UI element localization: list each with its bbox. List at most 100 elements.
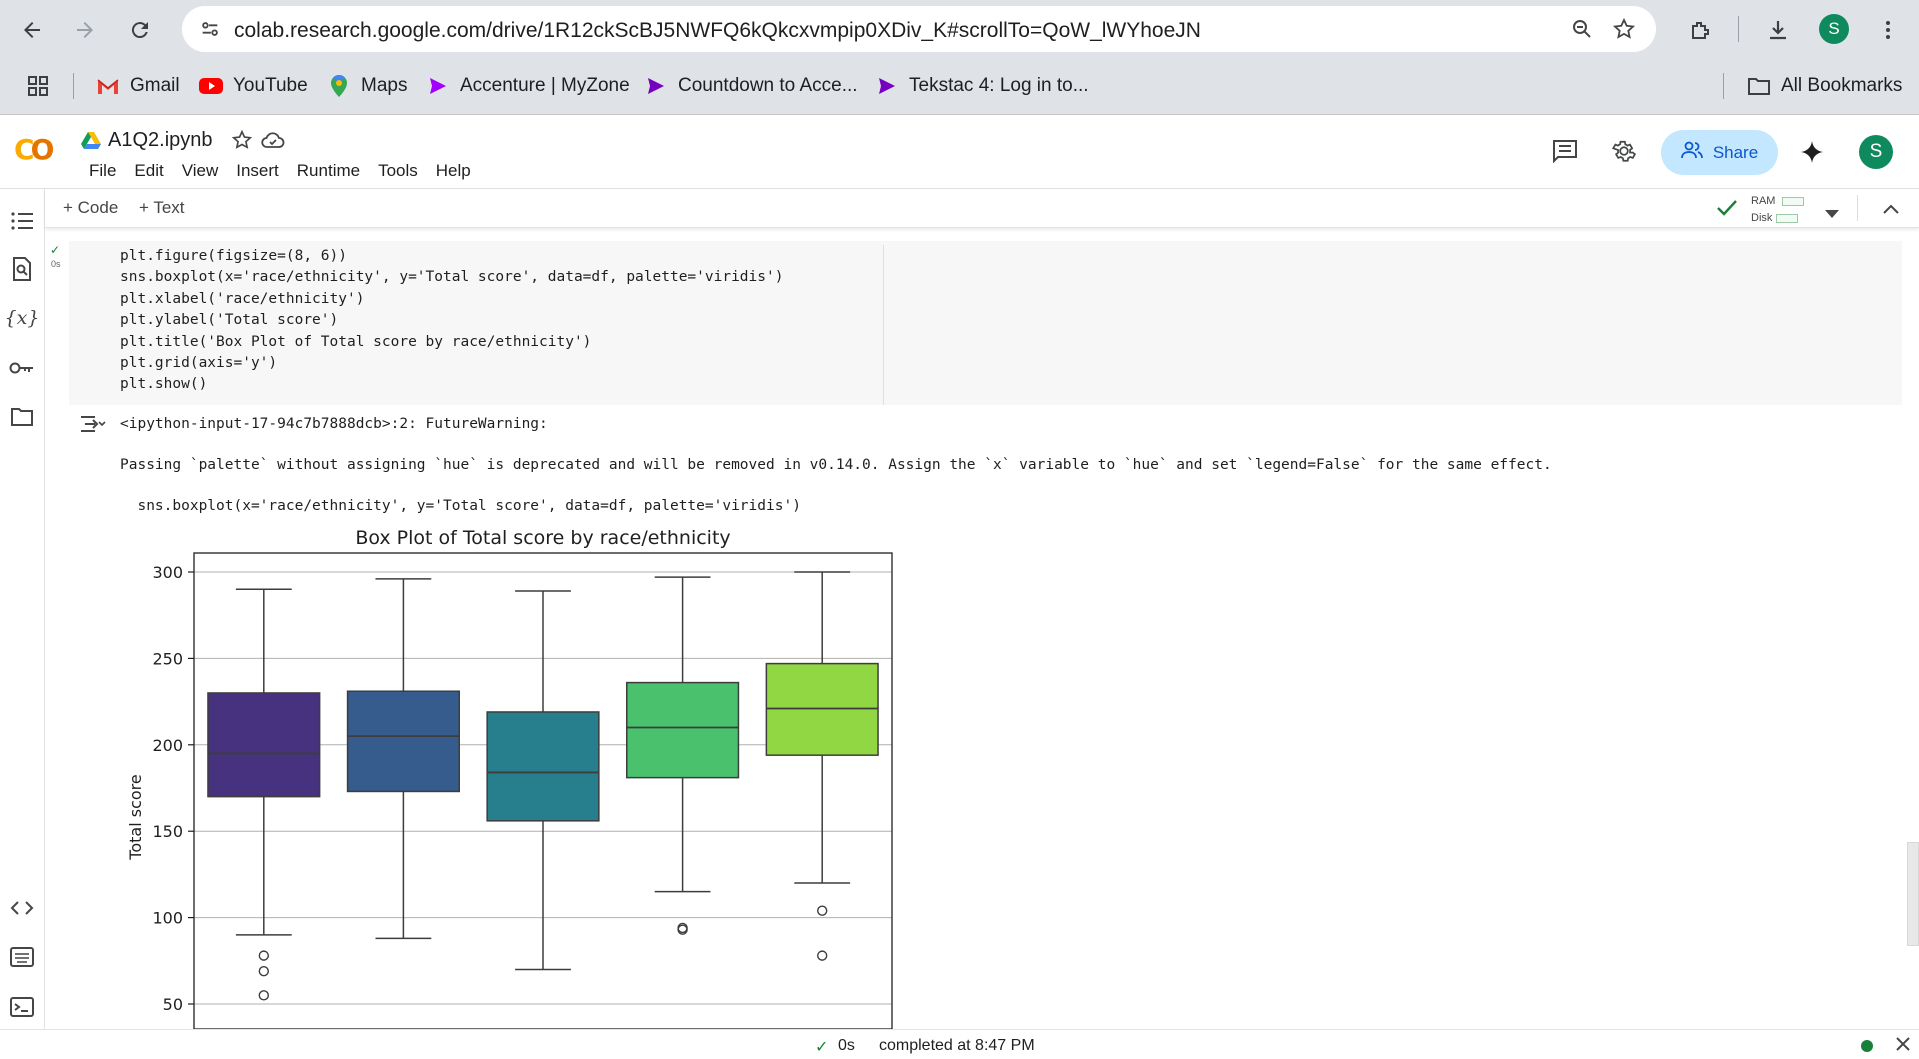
terminal-icon[interactable] xyxy=(8,993,36,1021)
more-menu-icon[interactable] xyxy=(1870,12,1906,48)
maps-icon xyxy=(327,74,351,98)
settings-gear-icon[interactable] xyxy=(1611,138,1637,169)
outlier-point xyxy=(817,905,828,916)
add-text-button[interactable]: + Text xyxy=(139,198,185,218)
warning-source: <ipython-input-17-94c7b7888dcb>:2: Futur… xyxy=(120,416,548,432)
chevron-down-icon[interactable] xyxy=(1825,205,1839,223)
find-icon[interactable] xyxy=(8,255,36,283)
y-ticks: 50 100 150 200 250 300 xyxy=(152,563,194,1014)
connection-status-dot xyxy=(1861,1040,1873,1052)
secrets-key-icon[interactable] xyxy=(8,354,36,382)
outlier-point xyxy=(258,990,270,1001)
bookmarks-separator xyxy=(73,73,74,99)
y-tick-label: 250 xyxy=(152,649,183,668)
google-drive-icon xyxy=(81,131,101,154)
bookmark-star-icon[interactable] xyxy=(1610,15,1638,43)
bookmark-countdown[interactable]: Countdown to Acce... xyxy=(644,71,858,101)
all-bookmarks[interactable]: All Bookmarks xyxy=(1747,71,1902,101)
code-cell[interactable]: plt.figure(figsize=(8, 6)) sns.boxplot(x=… xyxy=(69,241,1902,405)
table-of-contents-icon[interactable] xyxy=(8,207,36,235)
bookmark-label: Tekstac 4: Log in to... xyxy=(909,75,1089,96)
code-line: plt.title('Box Plot of Total score by ra… xyxy=(120,333,592,350)
y-tick-label: 150 xyxy=(152,822,183,841)
extensions-icon[interactable] xyxy=(1682,12,1718,48)
profile-avatar[interactable]: S xyxy=(1819,14,1849,44)
toolbar-divider xyxy=(1857,195,1858,221)
box-5 xyxy=(765,571,879,961)
menu-runtime[interactable]: Runtime xyxy=(288,161,369,181)
apps-grid-icon[interactable] xyxy=(26,71,50,101)
bookmark-tekstac[interactable]: Tekstac 4: Log in to... xyxy=(875,71,1089,101)
box-3 xyxy=(486,590,600,971)
ram-label: RAM xyxy=(1751,195,1776,207)
youtube-icon xyxy=(199,74,223,98)
menu-edit[interactable]: Edit xyxy=(125,161,172,181)
left-sidebar: {x} xyxy=(0,189,45,1029)
code-line: plt.ylabel('Total score') xyxy=(120,312,339,329)
site-settings-icon[interactable] xyxy=(196,15,224,43)
box-4 xyxy=(626,576,740,935)
star-icon[interactable] xyxy=(231,129,253,156)
code-editor[interactable]: plt.figure(figsize=(8, 6)) sns.boxplot(x=… xyxy=(120,246,783,396)
forward-icon[interactable] xyxy=(67,12,103,48)
menu-view[interactable]: View xyxy=(173,161,228,181)
cloud-saved-icon[interactable] xyxy=(261,130,285,155)
gmail-icon xyxy=(96,74,120,98)
add-code-button[interactable]: + Code xyxy=(63,198,118,218)
user-avatar[interactable]: S xyxy=(1859,135,1893,169)
menu-insert[interactable]: Insert xyxy=(227,161,288,181)
warning-message: Passing `palette` without assigning `hue… xyxy=(120,457,1552,473)
bookmark-maps[interactable]: Maps xyxy=(327,71,407,101)
close-icon[interactable] xyxy=(1895,1036,1911,1057)
bookmark-label: Maps xyxy=(361,75,408,96)
resource-monitor[interactable]: RAM Disk xyxy=(1751,193,1805,227)
files-folder-icon[interactable] xyxy=(8,403,36,431)
status-message[interactable]: completed at 8:47 PM xyxy=(879,1037,1035,1055)
output-actions-icon[interactable] xyxy=(80,414,106,439)
cell-divider xyxy=(883,245,884,405)
share-button[interactable]: Share xyxy=(1661,130,1778,175)
status-check-icon: ✓ xyxy=(815,1039,829,1056)
accenture-icon xyxy=(426,74,450,98)
command-palette-icon[interactable] xyxy=(8,943,36,971)
bookmark-label: YouTube xyxy=(233,75,308,96)
variables-icon[interactable]: {x} xyxy=(5,304,40,332)
back-icon[interactable] xyxy=(14,12,50,48)
box-iqr xyxy=(346,690,460,793)
y-tick-label: 100 xyxy=(152,909,183,928)
vertical-scrollbar[interactable] xyxy=(1907,842,1919,946)
outlier-point xyxy=(258,950,270,961)
gemini-sparkle-icon[interactable] xyxy=(1800,140,1824,169)
chevron-up-icon[interactable] xyxy=(1883,201,1899,219)
status-bar: ✓ 0s completed at 8:47 PM xyxy=(0,1029,1919,1059)
y-axis-label: Total score xyxy=(126,774,145,860)
ram-bar xyxy=(1782,196,1805,206)
box-1 xyxy=(207,588,321,1001)
download-icon[interactable] xyxy=(1760,12,1796,48)
accenture-icon xyxy=(875,74,899,98)
address-bar[interactable]: colab.research.google.com/drive/1R12ckSc… xyxy=(182,6,1656,52)
disk-bar xyxy=(1776,213,1799,223)
bookmark-gmail[interactable]: Gmail xyxy=(96,71,180,101)
colab-logo[interactable]: CO xyxy=(14,133,54,166)
bookmark-label: Accenture | MyZone xyxy=(460,75,630,96)
exec-check-icon: ✓ xyxy=(50,243,61,257)
code-snippets-icon[interactable] xyxy=(8,894,36,922)
all-bookmarks-label: All Bookmarks xyxy=(1781,75,1903,96)
zoom-icon[interactable] xyxy=(1568,15,1596,43)
chart-title: Box Plot of Total score by race/ethnicit… xyxy=(355,527,730,549)
box-iqr xyxy=(207,692,321,798)
bookmark-youtube[interactable]: YouTube xyxy=(199,71,308,101)
code-line: plt.figure(figsize=(8, 6)) xyxy=(120,248,347,264)
comments-icon[interactable] xyxy=(1552,139,1578,168)
y-tick-label: 50 xyxy=(163,995,183,1014)
menu-file[interactable]: File xyxy=(80,161,125,181)
bookmarks-bar: Gmail YouTube Maps Accenture | MyZone Co… xyxy=(0,57,1919,115)
bookmark-accenture-myzone[interactable]: Accenture | MyZone xyxy=(426,71,630,101)
menu-help[interactable]: Help xyxy=(427,161,480,181)
notebook-toolbar: + Code + Text RAM Disk xyxy=(45,189,1919,228)
menu-tools[interactable]: Tools xyxy=(369,161,427,181)
notebook-title[interactable]: A1Q2.ipynb xyxy=(108,129,213,152)
y-tick-label: 200 xyxy=(152,736,183,755)
reload-icon[interactable] xyxy=(122,12,158,48)
